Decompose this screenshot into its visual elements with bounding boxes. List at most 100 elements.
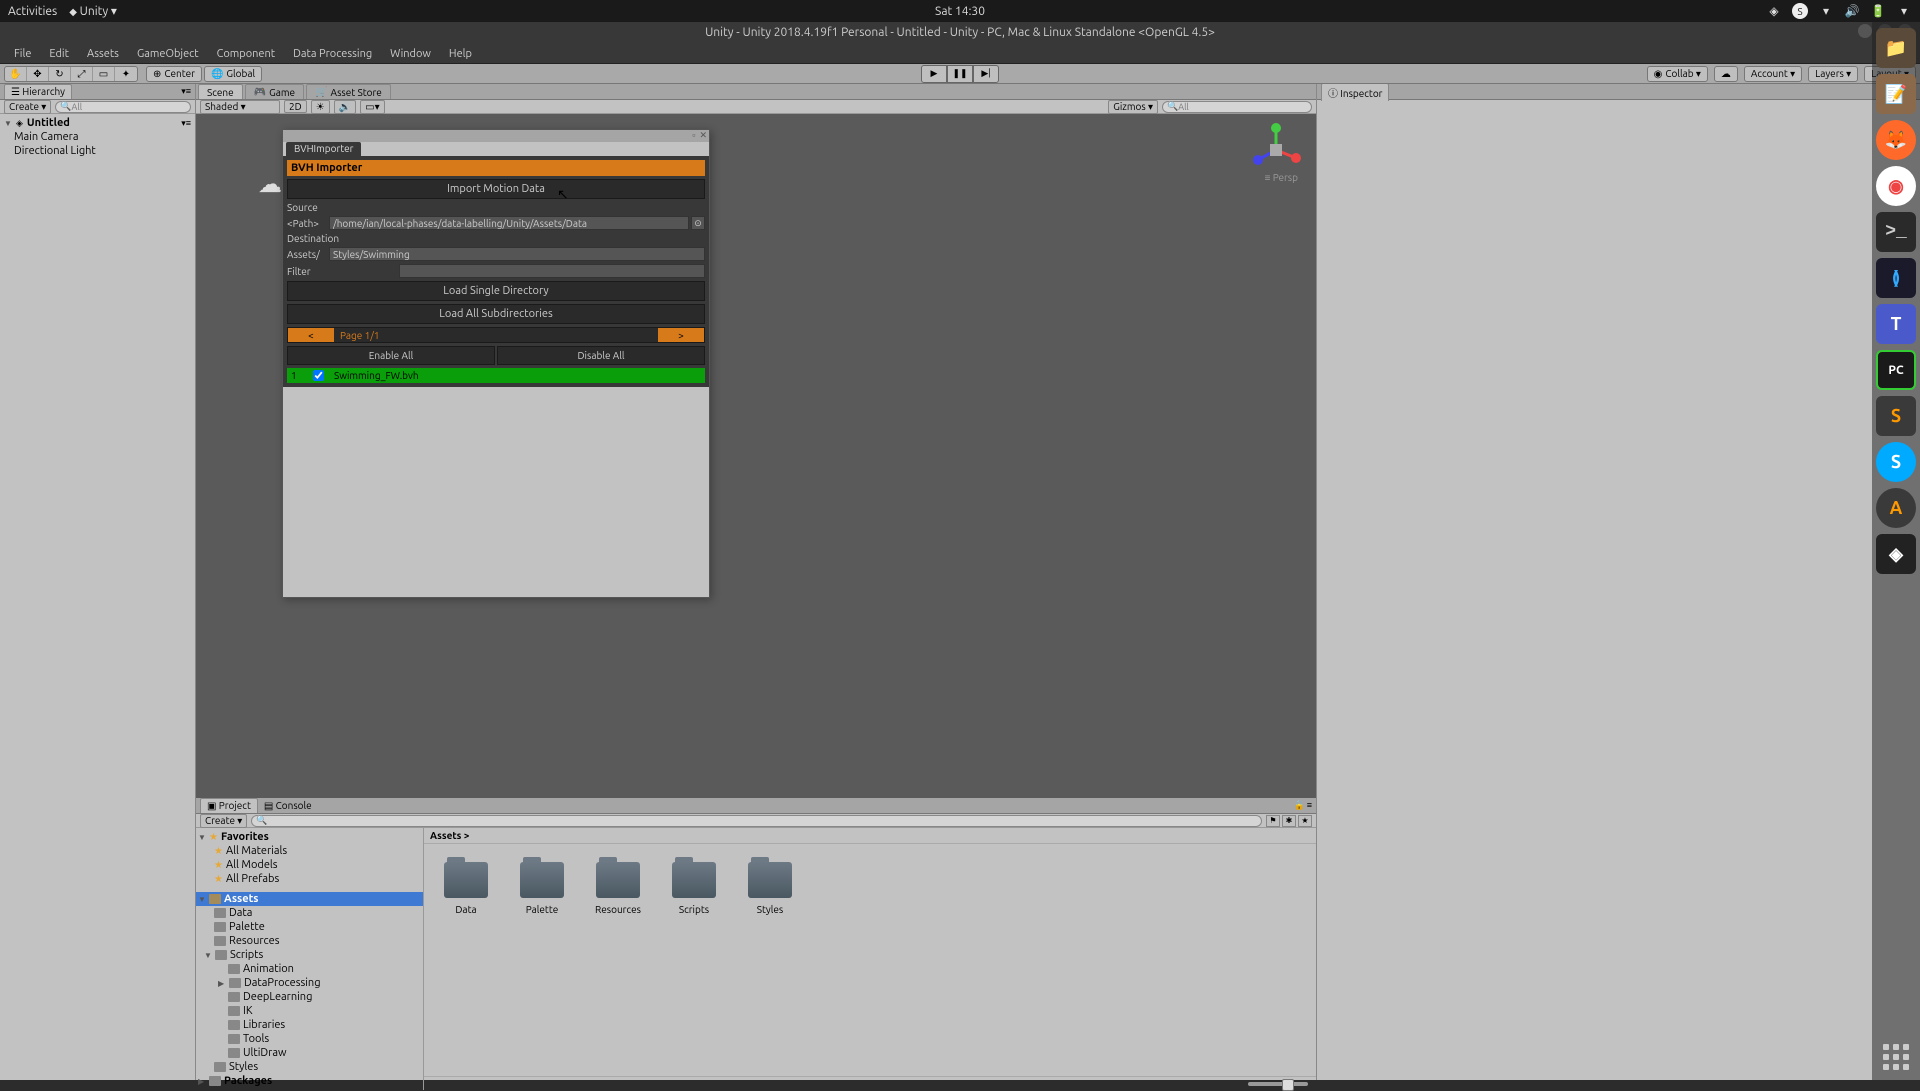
scene-search[interactable]: 🔍All [1162, 101, 1312, 113]
menu-gameobject[interactable]: GameObject [129, 46, 207, 62]
scene-tab[interactable]: Scene [198, 84, 243, 99]
project-tab[interactable]: ▣ Project [200, 798, 258, 813]
expand-arrow-icon[interactable]: ▼ [4, 119, 12, 128]
updater-icon[interactable]: A [1876, 488, 1916, 528]
scene-root[interactable]: ▼ ◈ Untitled ▾≡ [0, 116, 195, 130]
pause-button[interactable]: ❚❚ [947, 65, 973, 83]
import-motion-button[interactable]: Import Motion Data [287, 179, 705, 199]
enable-all-button[interactable]: Enable All [287, 346, 495, 365]
tree-item[interactable]: ★All Materials [196, 844, 423, 858]
hierarchy-options-icon[interactable]: ▾≡ [181, 86, 191, 97]
asset-folder[interactable]: Data [438, 862, 494, 915]
unity-icon[interactable]: ◈ [1876, 534, 1916, 574]
pycharm-icon[interactable]: PC [1876, 350, 1916, 390]
hierarchy-tab[interactable]: ☰ Hierarchy [4, 84, 72, 99]
tree-item[interactable]: UltiDraw [196, 1046, 423, 1060]
tree-item[interactable]: Animation [196, 962, 423, 976]
collab-dropdown[interactable]: ◉ Collab ▾ [1647, 66, 1708, 82]
breadcrumb[interactable]: Assets > [424, 828, 1316, 844]
tree-assets[interactable]: ▼Assets [196, 892, 423, 906]
chrome-icon[interactable]: ◉ [1876, 166, 1916, 206]
filter-type-icon[interactable]: ✱ [1282, 815, 1296, 827]
shading-mode-dropdown[interactable]: Shaded ▾ [200, 100, 280, 114]
menu-file[interactable]: File [6, 46, 39, 62]
sound-icon[interactable]: 🔊 [1844, 3, 1860, 19]
bvh-tab[interactable]: BVHImporter [286, 142, 361, 156]
cloud-button[interactable]: ☁ [1714, 66, 1738, 82]
save-search-icon[interactable]: ★ [1298, 815, 1312, 827]
tree-packages[interactable]: ▶Packages [196, 1074, 423, 1088]
firefox-icon[interactable]: 🦊 [1876, 120, 1916, 160]
tree-item[interactable]: Libraries [196, 1018, 423, 1032]
assetstore-tab[interactable]: 🛒Asset Store [306, 84, 391, 99]
app-menu[interactable]: ◆ Unity ▾ [69, 4, 117, 18]
file-checkbox[interactable] [313, 370, 324, 381]
menu-help[interactable]: Help [441, 46, 480, 62]
account-dropdown[interactable]: Account ▾ [1744, 66, 1802, 82]
terminal-icon[interactable]: >_ [1876, 212, 1916, 252]
activities-button[interactable]: Activities [8, 5, 57, 18]
sublime-icon[interactable]: S [1876, 396, 1916, 436]
inspector-tab[interactable]: ⓘ Inspector [1321, 83, 1389, 101]
fx-toggle[interactable]: ▭▾ [360, 100, 384, 114]
float-max-icon[interactable]: ▫ [692, 130, 695, 142]
hierarchy-item[interactable]: Main Camera [0, 130, 195, 144]
play-button[interactable]: ▶ [921, 65, 947, 83]
float-close-icon[interactable]: ✕ [699, 130, 707, 142]
path-input[interactable] [329, 216, 689, 230]
menu-window[interactable]: Window [382, 46, 439, 62]
tree-item[interactable]: DeepLearning [196, 990, 423, 1004]
battery-icon[interactable]: 🔋 [1870, 3, 1886, 19]
project-search[interactable]: 🔍 [251, 815, 1262, 827]
asset-folder[interactable]: Palette [514, 862, 570, 915]
project-create-dropdown[interactable]: Create ▾ [200, 814, 247, 828]
teams-icon[interactable]: T [1876, 304, 1916, 344]
scene-menu-icon[interactable]: ▾≡ [181, 118, 191, 129]
menu-assets[interactable]: Assets [79, 46, 127, 62]
files-icon[interactable]: 📁 [1876, 28, 1916, 68]
skype-tray-icon[interactable]: S [1792, 3, 1808, 19]
tree-item[interactable]: ▶DataProcessing [196, 976, 423, 990]
power-menu-icon[interactable]: ▾ [1896, 3, 1912, 19]
move-tool[interactable]: ✥ [27, 67, 49, 81]
text-editor-icon[interactable]: 📝 [1876, 74, 1916, 114]
rect-tool[interactable]: ▭ [93, 67, 115, 81]
rotate-tool[interactable]: ↻ [49, 67, 71, 81]
hierarchy-item[interactable]: Directional Light [0, 144, 195, 158]
network-icon[interactable]: ▾ [1818, 3, 1834, 19]
tree-item[interactable]: Resources [196, 934, 423, 948]
2d-toggle[interactable]: 2D [284, 100, 307, 113]
asset-size-slider[interactable] [424, 1076, 1316, 1090]
game-tab[interactable]: 🎮Game [245, 84, 304, 99]
tree-item[interactable]: Data [196, 906, 423, 920]
load-single-button[interactable]: Load Single Directory [287, 281, 705, 301]
hierarchy-search[interactable]: 🔍All [55, 101, 191, 113]
tree-item[interactable]: Palette [196, 920, 423, 934]
audio-toggle[interactable]: 🔊 [334, 100, 356, 114]
transform-tool[interactable]: ✦ [115, 67, 137, 81]
tree-item[interactable]: ★All Prefabs [196, 872, 423, 886]
panel-lock-icon[interactable]: 🔒 ≡ [1293, 800, 1312, 811]
tree-item[interactable]: ▼Scripts [196, 948, 423, 962]
prev-page-button[interactable]: < [288, 328, 334, 342]
menu-component[interactable]: Component [209, 46, 284, 62]
scale-tool[interactable]: ⤢ [71, 67, 93, 81]
filter-icon[interactable]: ⚑ [1266, 815, 1280, 827]
file-row[interactable]: 1 Swimming_FW.bvh [287, 368, 705, 383]
menu-dataprocessing[interactable]: Data Processing [285, 46, 380, 62]
vscode-icon[interactable]: ≬ [1876, 258, 1916, 298]
global-local-toggle[interactable]: 🌐 Global [204, 66, 262, 82]
asset-folder[interactable]: Styles [742, 862, 798, 915]
lighting-toggle[interactable]: ☀ [311, 100, 330, 114]
layers-dropdown[interactable]: Layers ▾ [1808, 66, 1858, 82]
tree-favorites[interactable]: ▼★Favorites [196, 830, 423, 844]
gizmos-dropdown[interactable]: Gizmos ▾ [1108, 100, 1158, 114]
tree-item[interactable]: ★All Models [196, 858, 423, 872]
tree-item[interactable]: Tools [196, 1032, 423, 1046]
clock[interactable]: Sat 14:30 [935, 5, 985, 18]
step-button[interactable]: ▶| [973, 65, 999, 83]
hierarchy-create-dropdown[interactable]: Create ▾ [4, 100, 51, 114]
tree-item[interactable]: Styles [196, 1060, 423, 1074]
unity-hub-icon[interactable]: ◈ [1766, 3, 1782, 19]
skype-icon[interactable]: S [1876, 442, 1916, 482]
